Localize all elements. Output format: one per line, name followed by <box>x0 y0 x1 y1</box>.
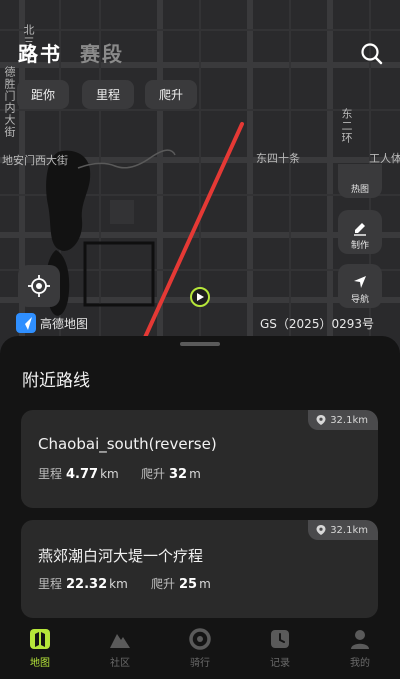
route-climb: 爬升 25 m <box>151 575 211 592</box>
route-name: 燕郊潮白河大堤一个疗程 <box>38 547 204 565</box>
filter-climb-chip[interactable]: 爬升 <box>145 80 197 109</box>
nav-label-ride: 骑行 <box>190 658 210 669</box>
distance-badge: 32.1km <box>308 410 378 430</box>
nav-item-profile[interactable]: 我的 <box>330 628 390 669</box>
amap-logo: 高德地图 <box>16 313 88 333</box>
filter-mileage-chip[interactable]: 里程 <box>82 80 134 109</box>
nav-label-profile: 我的 <box>350 658 370 669</box>
map-label-deshengmen: 德胜门内大街 <box>3 66 16 138</box>
navigation-arrow-icon <box>354 276 366 288</box>
sheet-title: 附近路线 <box>22 371 90 391</box>
sheet-drag-handle[interactable] <box>180 342 220 346</box>
navigate-button[interactable]: 导航 <box>338 264 382 308</box>
heatmap-label: 热图 <box>350 185 369 195</box>
climb-unit: m <box>199 577 211 591</box>
filter-distance-label: 距你 <box>30 88 55 102</box>
nav-label-community: 社区 <box>110 658 130 669</box>
climb-value: 25 <box>179 577 198 592</box>
user-icon <box>351 630 369 649</box>
amap-logo-icon <box>16 313 36 333</box>
pencil-icon <box>354 223 366 236</box>
map-label-east-ring: 东二环 <box>340 108 353 144</box>
distance-badge-text: 32.1km <box>330 414 368 426</box>
route-name: Chaobai_south(reverse) <box>38 435 217 453</box>
nav-item-records[interactable]: 记录 <box>250 628 310 669</box>
top-header: 路书 赛段 <box>0 0 400 70</box>
route-climb: 爬升 32 m <box>141 465 201 482</box>
make-route-button[interactable]: 制作 <box>338 210 382 254</box>
map-license-text: GS（2025）0293号 <box>260 317 374 331</box>
climb-value: 32 <box>169 467 188 482</box>
map-icon <box>30 629 50 649</box>
distance-badge: 32.1km <box>308 520 378 540</box>
filter-distance-chip[interactable]: 距你 <box>17 80 69 109</box>
mileage-label: 里程 <box>38 467 63 481</box>
map-view[interactable]: 北三环 德胜门内大街 地安门西大街 东二环 东四十条 工人体 路书 赛段 距你 … <box>0 0 400 360</box>
route-card[interactable]: 32.1km 燕郊潮白河大堤一个疗程 里程 22.32 km 爬升 25 m <box>21 520 378 618</box>
mountain-icon <box>110 634 130 648</box>
mileage-value: 22.32 <box>66 577 108 592</box>
distance-badge-text: 32.1km <box>330 524 368 536</box>
location-pin-icon <box>316 415 326 425</box>
mileage-value: 4.77 <box>66 467 99 482</box>
filter-climb-label: 爬升 <box>158 88 183 102</box>
map-label-dongsi: 东四十条 <box>256 152 300 165</box>
records-clock-icon <box>271 630 289 648</box>
mileage-unit: km <box>109 577 128 591</box>
heatmap-button[interactable]: 热图 <box>338 164 382 198</box>
nav-item-ride[interactable]: 骑行 <box>170 628 230 669</box>
ride-record-icon <box>189 628 211 650</box>
tab-race-segment[interactable]: 赛段 <box>80 38 124 67</box>
route-start-marker[interactable] <box>190 287 210 307</box>
climb-label: 爬升 <box>141 467 166 481</box>
climb-unit: m <box>189 467 201 481</box>
climb-label: 爬升 <box>151 577 176 591</box>
nav-label-records: 记录 <box>270 658 290 669</box>
make-route-label: 制作 <box>350 241 369 251</box>
play-icon <box>197 293 204 301</box>
nav-label-map: 地图 <box>30 658 50 669</box>
navigate-label: 导航 <box>350 295 369 305</box>
locate-crosshair-icon <box>28 275 50 297</box>
search-icon <box>361 43 383 65</box>
map-label-dianmen: 地安门西大街 <box>2 154 68 167</box>
bottom-nav: 地图 社区 骑行 记录 我的 <box>0 620 400 679</box>
locate-button[interactable] <box>18 265 60 307</box>
search-button[interactable] <box>358 40 386 68</box>
filter-mileage-label: 里程 <box>95 88 120 102</box>
route-mileage: 里程 4.77 km <box>38 465 119 482</box>
tab-route-book[interactable]: 路书 <box>18 38 62 67</box>
mileage-label: 里程 <box>38 577 63 591</box>
mileage-unit: km <box>100 467 119 481</box>
location-pin-icon <box>316 525 326 535</box>
route-card[interactable]: 32.1km Chaobai_south(reverse) 里程 4.77 km 爬… <box>21 410 378 508</box>
amap-logo-text: 高德地图 <box>40 316 89 331</box>
nav-item-community[interactable]: 社区 <box>90 628 150 669</box>
nav-item-map[interactable]: 地图 <box>10 628 70 669</box>
route-mileage: 里程 22.32 km <box>38 575 128 592</box>
